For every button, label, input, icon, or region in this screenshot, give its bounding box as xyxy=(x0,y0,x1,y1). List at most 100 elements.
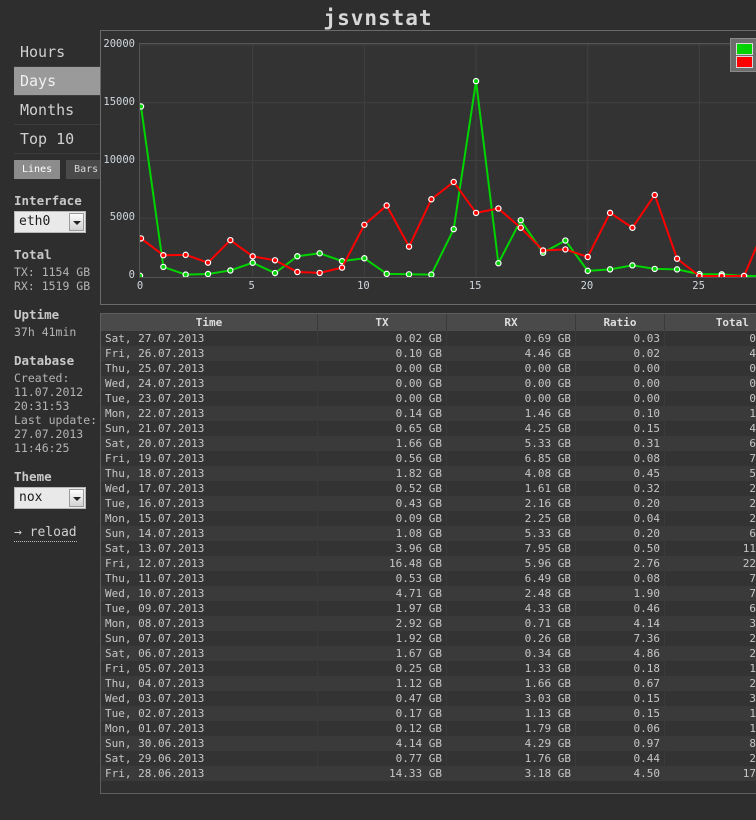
table-row[interactable]: Sat, 27.07.20130.02 GB0.69 GB0.030.72 GB xyxy=(101,331,756,346)
table-row[interactable]: Fri, 12.07.201316.48 GB5.96 GB2.7622.45 … xyxy=(101,556,756,571)
chart-point[interactable] xyxy=(137,235,145,242)
chart-plot-area[interactable] xyxy=(136,43,756,280)
chart-point[interactable] xyxy=(316,269,323,277)
chart-point[interactable] xyxy=(428,196,435,203)
chart-point[interactable] xyxy=(160,263,167,271)
cell-time: Thu, 25.07.2013 xyxy=(101,361,318,376)
traffic-table-container[interactable]: Time TX RX Ratio Total Sat, 27.07.2013 0.… xyxy=(100,313,756,794)
chart-point[interactable] xyxy=(160,251,167,259)
interface-select[interactable]: eth0 xyxy=(14,211,86,233)
chart-point[interactable] xyxy=(584,253,591,261)
table-row[interactable]: Sun, 07.07.20131.92 GB0.26 GB7.362.18 GB xyxy=(101,631,756,646)
chart-point[interactable] xyxy=(383,202,390,209)
table-row[interactable]: Wed, 17.07.20130.52 GB1.61 GB0.322.13 GB xyxy=(101,481,756,496)
chart-point[interactable] xyxy=(182,271,189,278)
table-row[interactable]: Sat, 06.07.20131.67 GB0.34 GB4.862.02 GB xyxy=(101,646,756,661)
sidebar-item-days[interactable]: Days xyxy=(14,67,100,96)
chart-point[interactable] xyxy=(584,267,591,275)
chart-point[interactable] xyxy=(472,77,480,85)
chart-point[interactable] xyxy=(718,272,725,280)
chart-point[interactable] xyxy=(629,224,636,231)
table-row[interactable]: Sat, 20.07.20131.66 GB5.33 GB0.316.99 GB xyxy=(101,436,756,451)
total-rx: RX: 1519 GB xyxy=(14,279,91,293)
chart-point[interactable] xyxy=(673,266,681,273)
chart-point[interactable] xyxy=(651,265,658,273)
table-row[interactable]: Thu, 18.07.20131.82 GB4.08 GB0.455.91 GB xyxy=(101,466,756,481)
table-row[interactable]: Thu, 04.07.20131.12 GB1.66 GB0.672.78 GB xyxy=(101,676,756,691)
chart-point[interactable] xyxy=(204,259,212,266)
table-row[interactable]: Fri, 19.07.20130.56 GB6.85 GB0.087.41 GB xyxy=(101,451,756,466)
legend-item: MB TX xyxy=(735,42,756,55)
chart-point[interactable] xyxy=(495,205,502,212)
col-header-ratio[interactable]: Ratio xyxy=(575,314,665,331)
col-header-rx[interactable]: RX xyxy=(446,314,576,331)
chart-point[interactable] xyxy=(696,272,703,280)
table-row[interactable]: Tue, 02.07.20130.17 GB1.13 GB0.151.30 GB xyxy=(101,706,756,721)
chart-point[interactable] xyxy=(383,270,390,278)
chart-point[interactable] xyxy=(204,270,212,278)
table-row[interactable]: Sun, 21.07.20130.65 GB4.25 GB0.154.89 GB xyxy=(101,421,756,436)
chart-point[interactable] xyxy=(517,224,524,231)
col-header-time[interactable]: Time xyxy=(101,314,318,331)
col-header-total[interactable]: Total xyxy=(664,314,756,331)
table-row[interactable]: Sat, 13.07.20133.96 GB7.95 GB0.5011.91 G… xyxy=(101,541,756,556)
chart-point[interactable] xyxy=(651,191,658,199)
chart-point[interactable] xyxy=(182,251,189,259)
chart-point[interactable] xyxy=(629,262,636,269)
table-row[interactable]: Fri, 28.06.201314.33 GB3.18 GB4.5017.51 … xyxy=(101,766,756,781)
chart-point[interactable] xyxy=(562,237,569,244)
chart-point[interactable] xyxy=(136,272,144,279)
theme-select[interactable]: nox xyxy=(14,487,86,509)
sidebar-item-months[interactable]: Months xyxy=(14,96,100,125)
chart-point[interactable] xyxy=(517,217,524,224)
chart-point[interactable] xyxy=(249,259,256,266)
table-row[interactable]: Fri, 26.07.20130.10 GB4.46 GB0.024.56 GB xyxy=(101,346,756,361)
chart-point[interactable] xyxy=(361,255,368,262)
chart-point[interactable] xyxy=(227,267,234,274)
table-row[interactable]: Sun, 30.06.20134.14 GB4.29 GB0.978.43 GB xyxy=(101,736,756,751)
sidebar-item-hours[interactable]: Hours xyxy=(14,38,100,67)
table-row[interactable]: Sat, 29.06.20130.77 GB1.76 GB0.442.54 GB xyxy=(101,751,756,766)
chart-point[interactable] xyxy=(428,271,435,278)
table-row[interactable]: Sun, 14.07.20131.08 GB5.33 GB0.206.40 GB xyxy=(101,526,756,541)
table-row[interactable]: Mon, 01.07.20130.12 GB1.79 GB0.061.90 GB xyxy=(101,721,756,736)
chart-point[interactable] xyxy=(271,257,279,264)
chart-point[interactable] xyxy=(562,246,569,253)
reload-link[interactable]: → reload xyxy=(14,525,77,542)
chart-point[interactable] xyxy=(316,250,323,257)
chart-point[interactable] xyxy=(673,255,681,262)
chart-point[interactable] xyxy=(137,103,145,110)
chart-point[interactable] xyxy=(606,266,614,273)
chart-point[interactable] xyxy=(405,243,413,250)
sidebar-item-top-10[interactable]: Top 10 xyxy=(14,125,100,154)
chart-point[interactable] xyxy=(539,247,547,254)
col-header-tx[interactable]: TX xyxy=(317,314,447,331)
table-row[interactable]: Mon, 15.07.20130.09 GB2.25 GB0.042.34 GB xyxy=(101,511,756,526)
table-row[interactable]: Mon, 08.07.20132.92 GB0.71 GB4.143.63 GB xyxy=(101,616,756,631)
chart-style-lines-button[interactable]: Lines xyxy=(14,160,61,179)
table-row[interactable]: Tue, 09.07.20131.97 GB4.33 GB0.466.30 GB xyxy=(101,601,756,616)
chart-point[interactable] xyxy=(361,221,368,228)
table-row[interactable]: Mon, 22.07.20130.14 GB1.46 GB0.101.60 GB xyxy=(101,406,756,421)
table-row[interactable]: Tue, 16.07.20130.43 GB2.16 GB0.202.58 GB xyxy=(101,496,756,511)
table-row[interactable]: Wed, 03.07.20130.47 GB3.03 GB0.153.50 GB xyxy=(101,691,756,706)
chart-point[interactable] xyxy=(740,272,748,280)
table-row[interactable]: Fri, 05.07.20130.25 GB1.33 GB0.181.57 GB xyxy=(101,661,756,676)
chart-point[interactable] xyxy=(338,264,346,271)
chart-point[interactable] xyxy=(450,178,457,186)
table-row[interactable]: Thu, 11.07.20130.53 GB6.49 GB0.087.02 GB xyxy=(101,571,756,586)
chart-point[interactable] xyxy=(271,269,279,277)
chart-point[interactable] xyxy=(450,225,457,233)
chart-point[interactable] xyxy=(405,271,413,278)
table-row[interactable]: Thu, 25.07.20130.00 GB0.00 GB0.000.00 GB xyxy=(101,361,756,376)
chart-point[interactable] xyxy=(294,268,301,276)
chart-point[interactable] xyxy=(606,209,614,217)
chart-point[interactable] xyxy=(249,253,256,260)
chart-point[interactable] xyxy=(495,260,502,267)
chart-point[interactable] xyxy=(472,209,480,217)
chart-point[interactable] xyxy=(294,253,301,260)
table-row[interactable]: Wed, 24.07.20130.00 GB0.00 GB0.000.00 GB xyxy=(101,376,756,391)
table-row[interactable]: Wed, 10.07.20134.71 GB2.48 GB1.907.18 GB xyxy=(101,586,756,601)
table-row[interactable]: Tue, 23.07.20130.00 GB0.00 GB0.000.00 GB xyxy=(101,391,756,406)
chart-point[interactable] xyxy=(227,236,234,244)
